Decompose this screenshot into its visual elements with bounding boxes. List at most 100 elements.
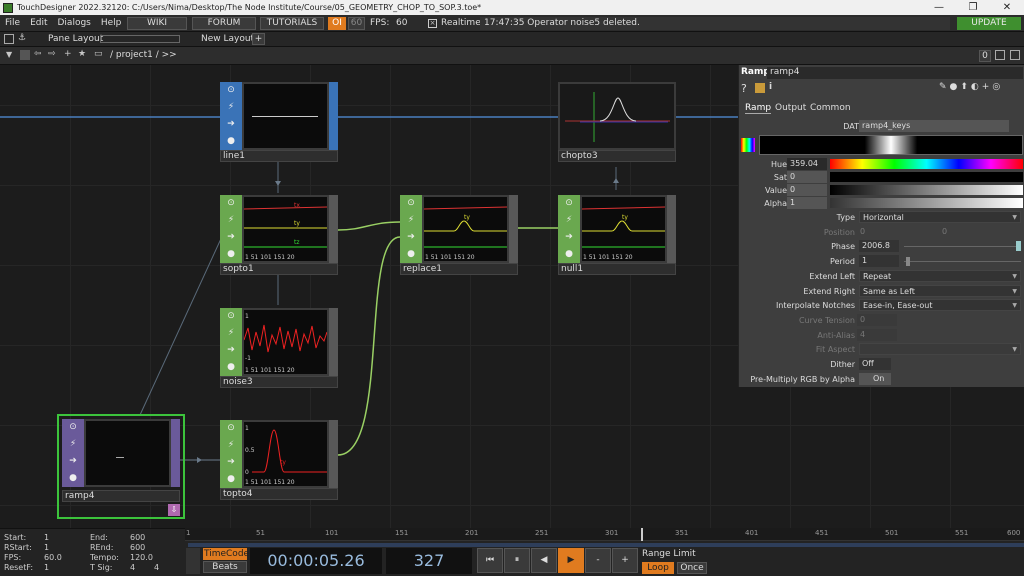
fps-set-field[interactable]: 60 — [348, 16, 365, 30]
node-noise3[interactable]: ⊙ ⚡ ➔ ● 1 -1 1 51 101 151 20 noise3 — [220, 308, 338, 390]
value-field[interactable]: 0 — [787, 184, 827, 196]
lock-icon[interactable]: ● — [62, 470, 84, 487]
viewer-toggle-icon[interactable]: ⇩ — [168, 504, 180, 516]
info-icon[interactable]: i — [769, 82, 772, 92]
menu-down-icon[interactable]: ▼ — [6, 50, 12, 59]
rewind-button[interactable]: ⏮ — [477, 548, 503, 573]
anchor-icon[interactable]: ⚓ — [18, 33, 26, 43]
range-bar[interactable] — [188, 543, 1024, 547]
bypass-icon[interactable]: ⚡ — [220, 437, 242, 454]
panel-split-icon[interactable] — [995, 50, 1005, 60]
premultiply-toggle[interactable]: On — [859, 373, 891, 385]
sat-slider[interactable] — [830, 172, 1023, 182]
playhead[interactable] — [641, 528, 643, 541]
lock-icon[interactable]: ● — [220, 246, 242, 263]
tutorials-button[interactable]: TUTORIALS — [260, 16, 324, 30]
timeline-ruler[interactable]: 1 51 101 151 201 251 301 351 401 451 501… — [185, 528, 1024, 541]
bypass-icon[interactable]: ⚡ — [220, 212, 242, 229]
bypass-icon[interactable]: ⚡ — [220, 325, 242, 342]
ramp-editor[interactable] — [759, 135, 1023, 155]
maximize-button[interactable]: ❐ — [956, 0, 990, 15]
frame-display[interactable]: 327 — [386, 548, 472, 574]
op-name-field[interactable]: ramp4 — [767, 67, 1023, 79]
start-value[interactable]: 1 — [44, 533, 49, 543]
lock-icon[interactable]: ● — [220, 359, 242, 376]
node-sopto1[interactable]: ⊙ ⚡ ➔ ● tx ty tz 1 51 101 151 20 sopto1 — [220, 195, 338, 277]
python-help-icon[interactable] — [755, 83, 765, 93]
star-icon[interactable]: ★ — [78, 49, 86, 59]
chop-icon[interactable]: ⊙ — [220, 308, 242, 325]
lock-icon[interactable]: ● — [558, 246, 580, 263]
forward-arrow-icon[interactable]: ⇨ — [48, 49, 56, 59]
close-button[interactable]: ✕ — [990, 0, 1024, 15]
oi-button[interactable]: OI — [328, 16, 346, 30]
display-icon[interactable]: ➔ — [220, 342, 242, 359]
pane-layout-buttons[interactable] — [100, 35, 180, 43]
node-line1[interactable]: ⊙ ⚡ ➔ ● line1 — [220, 82, 338, 164]
step-plus-button[interactable]: + — [612, 548, 638, 573]
dither-toggle[interactable]: Off — [859, 358, 891, 370]
loop-button[interactable]: Loop — [642, 562, 674, 574]
display-icon[interactable]: ➔ — [220, 116, 242, 133]
anti-alias-field[interactable]: 4 — [857, 329, 897, 341]
display-icon[interactable]: ➔ — [400, 229, 422, 246]
node-ramp4[interactable]: ⊙ ⚡ ➔ ● ramp4 ⇩ — [57, 414, 185, 519]
pause-button[interactable]: ⏸ — [504, 548, 530, 573]
pane-icon[interactable] — [4, 34, 14, 44]
display-icon[interactable]: ➔ — [558, 229, 580, 246]
new-layout-add-button[interactable]: + — [252, 33, 265, 45]
rstart-value[interactable]: 1 — [44, 543, 49, 553]
display-icon[interactable]: ➔ — [220, 454, 242, 471]
position-y-field[interactable]: 0 — [939, 226, 1019, 238]
network-path[interactable]: / project1 / >> — [110, 50, 177, 60]
chop-icon[interactable]: ⊙ — [558, 195, 580, 212]
palette-icon[interactable] — [741, 138, 755, 152]
realtime-checkbox[interactable]: × — [428, 19, 437, 28]
phase-slider[interactable] — [1016, 241, 1021, 251]
curve-tension-field[interactable]: 0 — [857, 314, 897, 326]
tab-ramp[interactable]: Ramp — [745, 103, 772, 114]
wiki-button[interactable]: WIKI — [127, 16, 187, 30]
sat-field[interactable]: 0 — [787, 171, 827, 183]
chop-icon[interactable]: ⊙ — [220, 195, 242, 212]
step-minus-button[interactable]: - — [585, 548, 611, 573]
timecode-display[interactable]: 00:00:05.26 — [250, 548, 382, 574]
sop-icon[interactable]: ⊙ — [220, 82, 242, 99]
alpha-slider[interactable] — [830, 198, 1023, 208]
beats-toggle[interactable]: Beats — [203, 561, 247, 573]
bypass-icon[interactable]: ⚡ — [400, 212, 422, 229]
lock-icon[interactable]: ● — [220, 471, 242, 488]
dat-field[interactable]: ramp4_keys — [859, 120, 1009, 132]
update-button[interactable]: UPDATE — [957, 16, 1021, 30]
display-icon[interactable]: ➔ — [220, 229, 242, 246]
minimize-button[interactable]: — — [922, 0, 956, 15]
type-menu[interactable]: Horizontal — [859, 211, 1021, 224]
top-icon[interactable]: ⊙ — [62, 419, 84, 436]
resetf-value[interactable]: 1 — [44, 563, 49, 573]
alpha-field[interactable]: 1 — [787, 197, 827, 209]
menu-file[interactable]: File — [5, 18, 20, 28]
back-arrow-icon[interactable]: ⇦ — [34, 49, 42, 59]
node-chopto3[interactable]: chopto3 — [558, 82, 676, 164]
bookmark-icon[interactable]: ▭ — [94, 49, 103, 59]
period-slider[interactable] — [906, 257, 910, 266]
panel-split-icon-2[interactable] — [1010, 50, 1020, 60]
display-icon[interactable]: ➔ — [62, 453, 84, 470]
play-button[interactable]: ▶ — [558, 548, 584, 573]
chop-icon[interactable]: ⊙ — [400, 195, 422, 212]
menu-dialogs[interactable]: Dialogs — [58, 18, 91, 28]
chop-icon[interactable]: ⊙ — [220, 420, 242, 437]
transport-handle[interactable] — [186, 548, 200, 574]
value-slider[interactable] — [830, 185, 1023, 195]
help-icon[interactable]: ? — [741, 82, 747, 95]
tab-output[interactable]: Output — [775, 103, 806, 113]
extend-right-menu[interactable]: Same as Left — [859, 285, 1021, 298]
square-icon[interactable] — [20, 50, 30, 60]
panel-tools-icons[interactable]: ✎●⬆◐+◎ — [939, 82, 1003, 92]
tempo-value[interactable]: 120.0 — [130, 553, 153, 563]
lock-icon[interactable]: ● — [400, 246, 422, 263]
forum-button[interactable]: FORUM — [192, 16, 256, 30]
bypass-icon[interactable]: ⚡ — [62, 436, 84, 453]
tsig-denominator[interactable]: 4 — [154, 563, 159, 573]
hue-slider[interactable] — [830, 159, 1023, 169]
